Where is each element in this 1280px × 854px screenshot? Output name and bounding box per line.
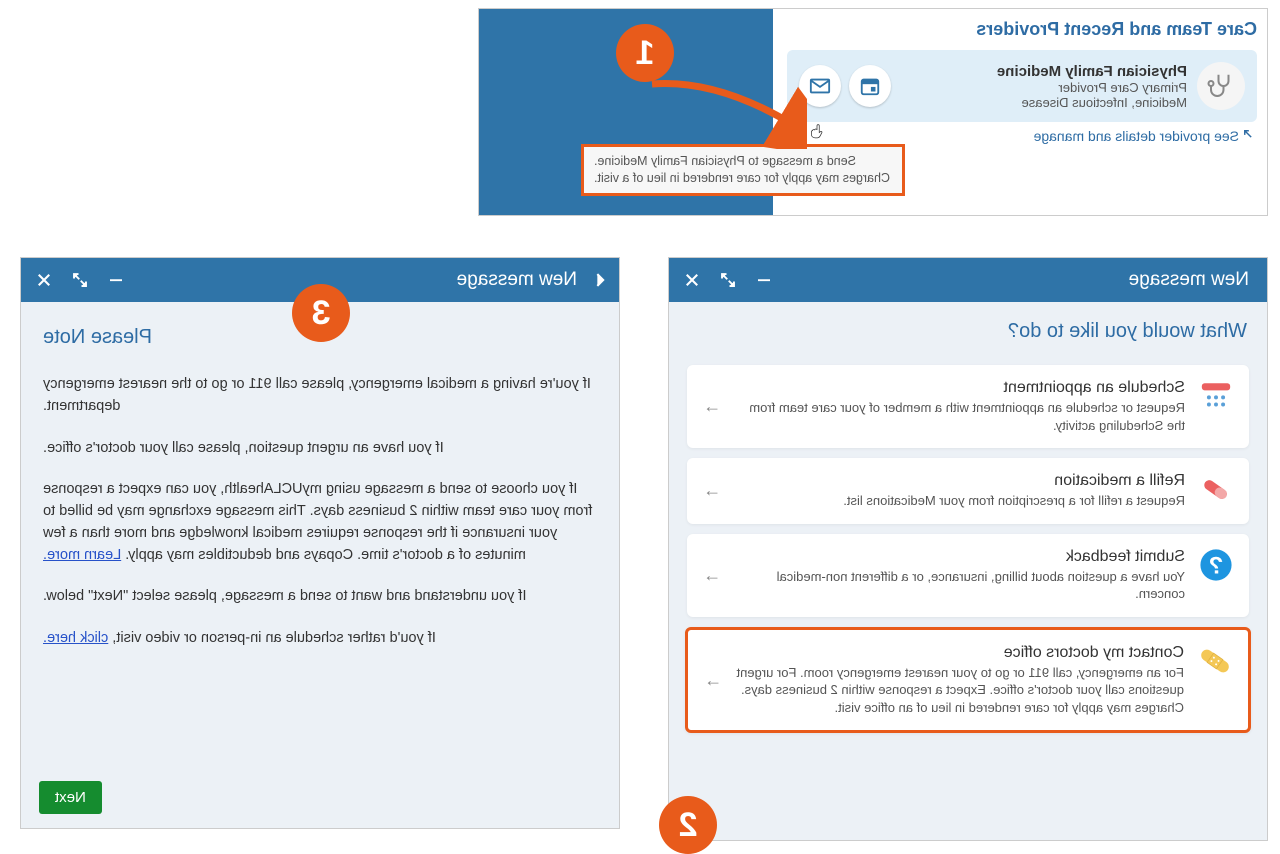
svg-text:?: ? xyxy=(1209,552,1224,579)
expand-icon[interactable] xyxy=(71,271,89,289)
provider-text: Physician Family Medicine Primary Care P… xyxy=(997,63,1187,110)
option-refill-medication[interactable]: Refill a medication Request a refill for… xyxy=(687,458,1249,524)
option-schedule-appointment[interactable]: Schedule an appointment Request or sched… xyxy=(687,365,1249,448)
provider-specialty: Medicine, Infectious Disease xyxy=(997,95,1187,110)
tooltip-line2: Charges may apply for care rendered in l… xyxy=(594,170,892,187)
panel2-title: New message xyxy=(773,269,1249,291)
chevron-right-icon: → xyxy=(703,565,721,586)
calendar-icon xyxy=(1199,379,1233,413)
learn-more-link[interactable]: Learn more. xyxy=(43,547,121,563)
option-desc: Request a refill for a prescription from… xyxy=(735,492,1185,510)
click-here-link[interactable]: click here. xyxy=(43,630,108,646)
note-paragraph-5: If you'd rather schedule an in-person or… xyxy=(43,628,597,650)
care-team-title: Care Team and Recent Providers xyxy=(787,19,1257,40)
minimize-icon[interactable] xyxy=(107,271,125,289)
pill-icon xyxy=(1199,472,1233,506)
question-icon: ? xyxy=(1199,548,1233,582)
schedule-icon[interactable] xyxy=(849,65,891,107)
close-icon[interactable] xyxy=(683,271,701,289)
message-tooltip: Send a message to Physician Family Medic… xyxy=(581,144,905,196)
option-title: Contact my doctors office xyxy=(736,644,1184,662)
close-icon[interactable] xyxy=(35,271,53,289)
care-team-left: Care Team and Recent Providers Physician… xyxy=(773,9,1267,215)
tooltip-line1: Send a message to Physician Family Medic… xyxy=(594,153,892,170)
panel3-title: New message xyxy=(125,269,577,291)
provider-role: Primary Care Provider xyxy=(997,80,1187,95)
note-paragraph-3: If you choose to send a message using my… xyxy=(43,479,597,566)
next-button[interactable]: Next xyxy=(39,781,102,814)
please-note-panel: New message Please Note If you're having… xyxy=(20,257,620,829)
option-submit-feedback[interactable]: ? Submit feedback You have a question ab… xyxy=(687,534,1249,617)
expand-icon[interactable] xyxy=(719,271,737,289)
chevron-right-icon: → xyxy=(703,480,721,501)
step-badge-2: 2 xyxy=(659,796,717,854)
stethoscope-icon xyxy=(1197,62,1245,110)
option-title: Submit feedback xyxy=(735,548,1185,566)
panel2-question: What would you like to do? xyxy=(669,302,1267,355)
callout-arrow xyxy=(627,69,807,149)
new-message-options-panel: New message What would you like to do? S… xyxy=(668,257,1268,841)
see-provider-details-link[interactable]: See provider details and manage xyxy=(1034,128,1257,144)
cursor-hand-icon xyxy=(808,121,826,141)
option-title: Schedule an appointment xyxy=(735,379,1185,397)
option-desc: For an emergency, call 911 or go to your… xyxy=(736,664,1184,717)
note-paragraph-1: If you're having a medical emergency, pl… xyxy=(43,374,597,418)
see-provider-details-text: See provider details and manage xyxy=(1034,128,1239,144)
chevron-right-icon: → xyxy=(703,396,721,417)
step-badge-1: 1 xyxy=(616,24,674,82)
note-paragraph-4: If you understand and want to send a mes… xyxy=(43,586,597,608)
step-badge-3: 3 xyxy=(292,284,350,342)
please-note-body: Please Note If you're having a medical e… xyxy=(21,302,619,650)
care-team-panel: Care Team and Recent Providers Physician… xyxy=(478,8,1268,216)
minimize-icon[interactable] xyxy=(755,271,773,289)
panel2-header: New message xyxy=(669,258,1267,302)
provider-name: Physician Family Medicine xyxy=(997,63,1187,80)
option-desc: You have a question about billing, insur… xyxy=(735,568,1185,603)
option-title: Refill a medication xyxy=(735,472,1185,490)
option-contact-doctors-office[interactable]: Contact my doctors office For an emergen… xyxy=(685,627,1251,734)
option-desc: Request or schedule an appointment with … xyxy=(735,399,1185,434)
provider-card[interactable]: Physician Family Medicine Primary Care P… xyxy=(787,50,1257,122)
note-paragraph-2: If you have an urgent question, please c… xyxy=(43,438,597,460)
bandage-icon xyxy=(1198,644,1232,678)
chevron-right-icon: → xyxy=(704,670,722,691)
back-arrow-icon[interactable] xyxy=(589,270,609,290)
